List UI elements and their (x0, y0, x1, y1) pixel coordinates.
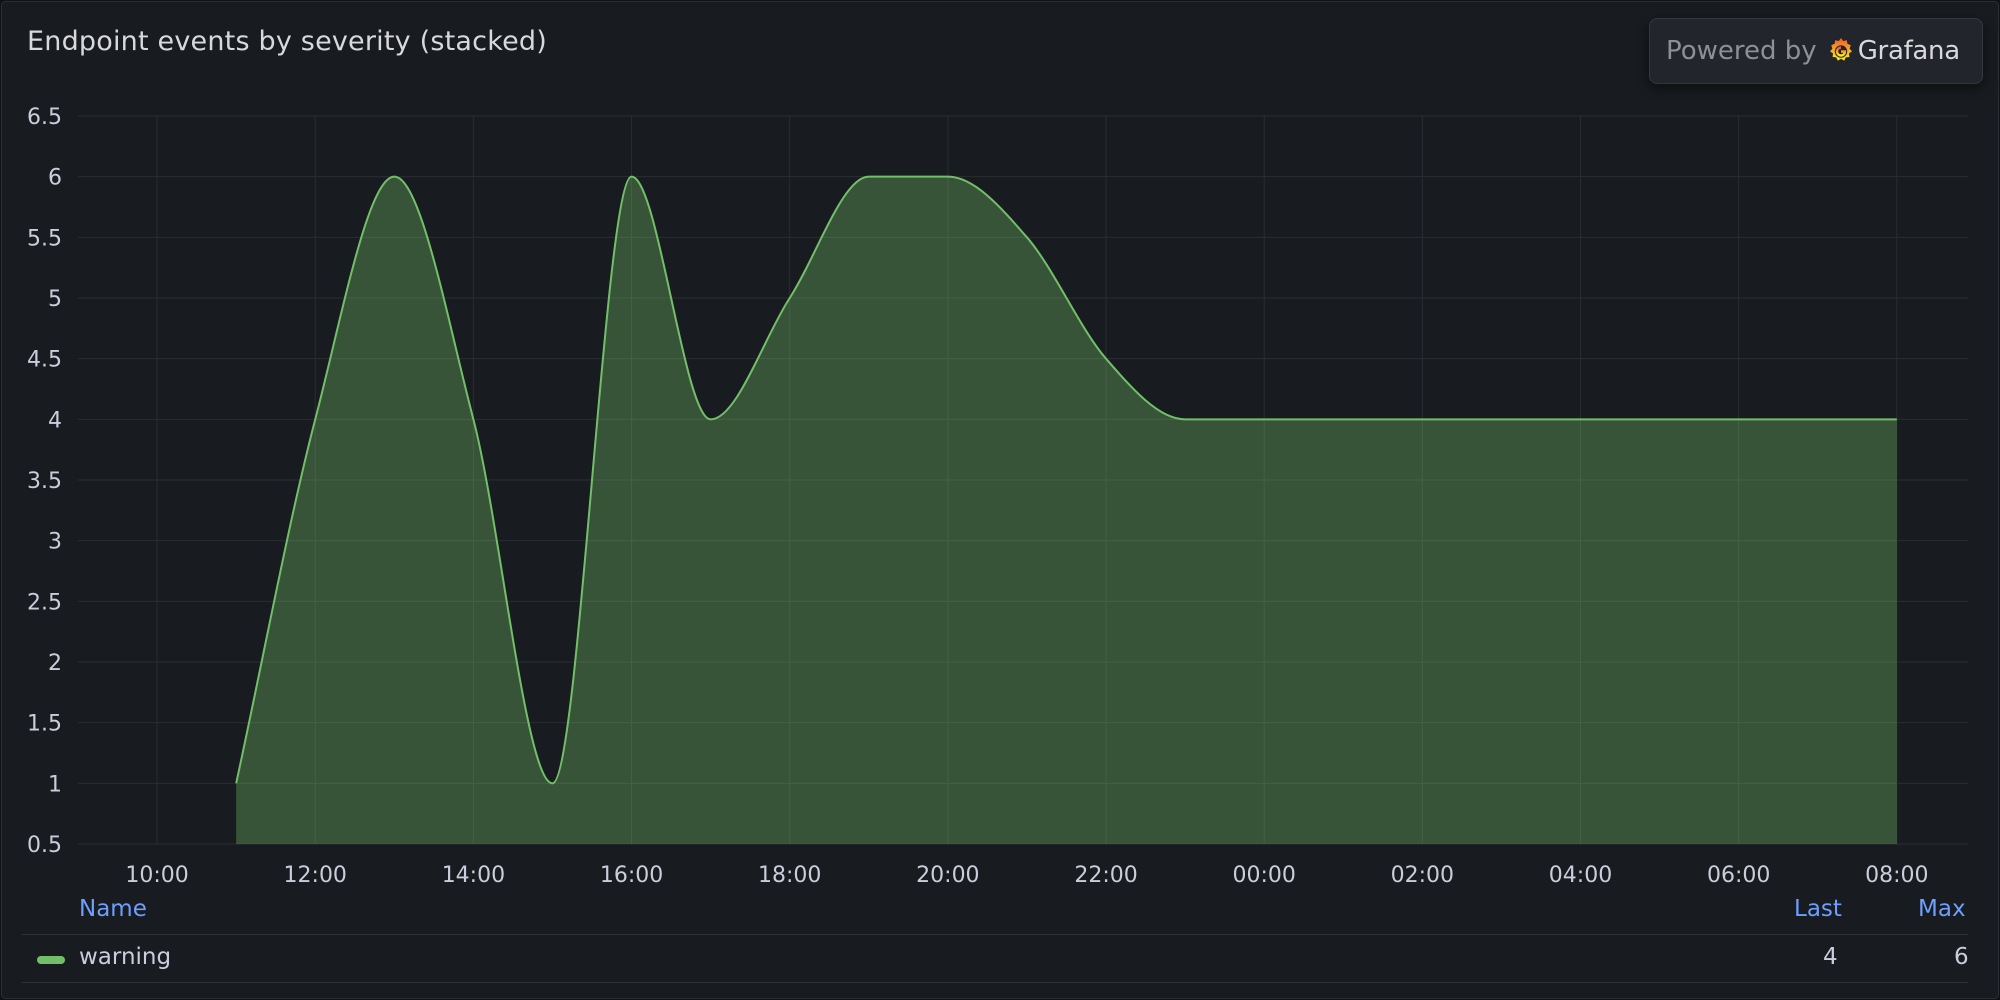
grafana-logo-icon (1826, 36, 1856, 66)
powered-by-badge[interactable]: Powered by Grafana (1649, 18, 1983, 84)
legend-col-name[interactable]: Name (79, 896, 147, 922)
x-tick-label: 04:00 (1549, 863, 1612, 888)
legend-row-warning[interactable]: warning 4 6 (2, 936, 1998, 980)
y-tick-label: 0.5 (27, 833, 62, 858)
x-tick-label: 12:00 (284, 863, 347, 888)
legend-divider (22, 934, 1968, 935)
powered-by-label: Powered by (1666, 36, 1817, 66)
legend-divider (22, 982, 1968, 983)
y-tick-label: 4.5 (27, 348, 62, 373)
x-tick-label: 10:00 (125, 863, 188, 888)
y-tick-label: 6 (48, 166, 62, 191)
x-tick-label: 00:00 (1232, 863, 1295, 888)
legend-series-name: warning (79, 944, 172, 970)
chart-panel: Endpoint events by severity (stacked) 0.… (1, 1, 1999, 999)
y-tick-label: 5 (48, 287, 62, 312)
x-tick-label: 16:00 (600, 863, 663, 888)
x-tick-label: 20:00 (916, 863, 979, 888)
series-area (235, 175, 1897, 844)
y-tick-label: 5.5 (27, 226, 62, 251)
y-tick-label: 4 (48, 408, 62, 433)
x-tick-label: 14:00 (442, 863, 505, 888)
series-fill-warning (236, 176, 1897, 844)
x-tick-label: 02:00 (1391, 863, 1454, 888)
time-series-chart[interactable]: 0.5 1 1.5 2 2.5 3 3.5 4 4.5 5 5.5 6 6.5 10:00 12:00 14:… (2, 2, 1998, 892)
legend-col-max[interactable]: Max (1918, 896, 1966, 922)
x-tick-label: 06:00 (1707, 863, 1770, 888)
legend-header: Name Last Max (2, 892, 1998, 934)
y-tick-label: 1 (48, 772, 62, 797)
x-tick-label: 22:00 (1074, 863, 1137, 888)
x-tick-label: 18:00 (758, 863, 821, 888)
legend-max-value: 6 (1954, 944, 1969, 970)
y-tick-label: 2.5 (27, 590, 62, 615)
series-color-swatch (37, 956, 65, 964)
legend-col-last[interactable]: Last (1794, 896, 1842, 922)
legend-last-value: 4 (1823, 944, 1838, 970)
y-tick-label: 3.5 (27, 469, 62, 494)
grafana-brand-label: Grafana (1857, 36, 1960, 66)
y-tick-label: 3 (48, 530, 62, 555)
y-tick-label: 2 (48, 651, 62, 676)
y-tick-label: 6.5 (27, 105, 62, 130)
y-tick-label: 1.5 (27, 712, 62, 737)
x-tick-label: 08:00 (1865, 863, 1928, 888)
